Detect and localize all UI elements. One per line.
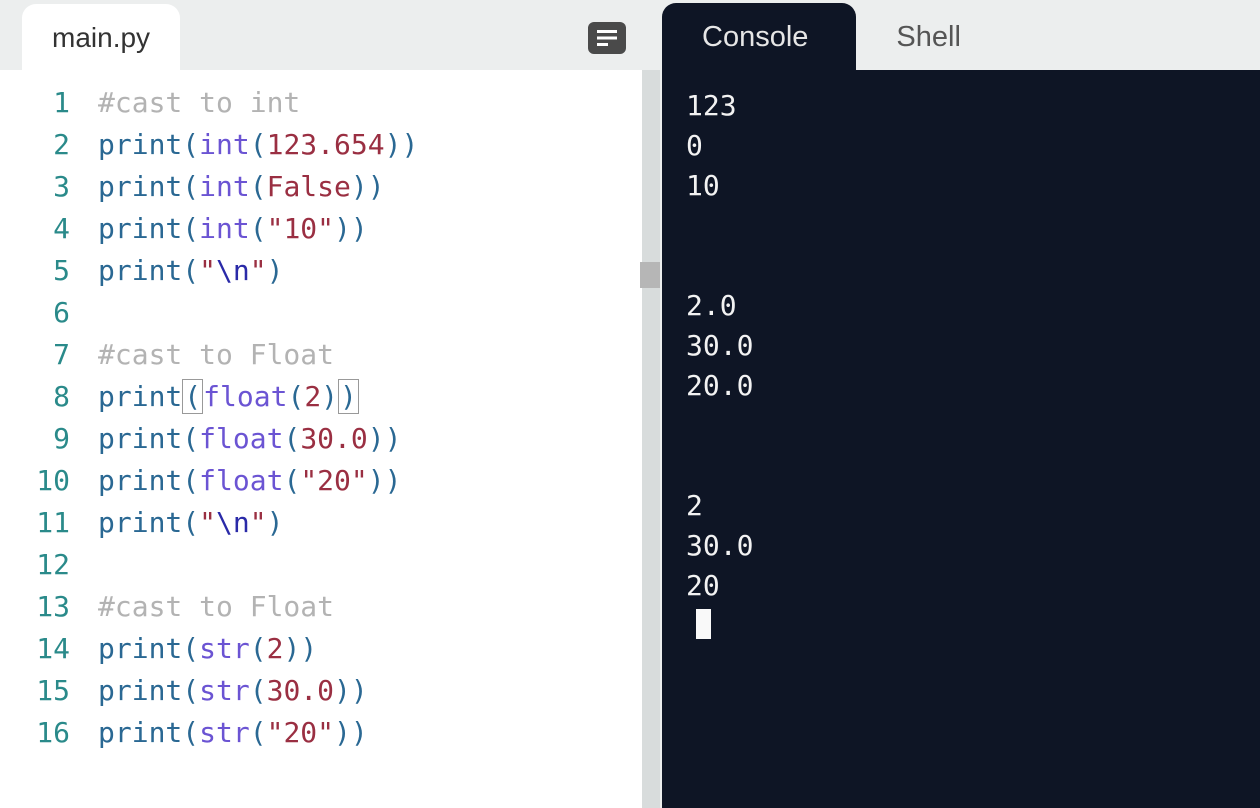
- gutter: 12345678910111213141516: [0, 82, 98, 808]
- code-line[interactable]: #cast to Float: [98, 334, 660, 376]
- tab-shell[interactable]: Shell: [856, 3, 1009, 70]
- scrollbar-thumb[interactable]: [640, 262, 660, 288]
- code-line[interactable]: print(float("20")): [98, 460, 660, 502]
- wrap-toggle-button[interactable]: [588, 22, 626, 54]
- code-line[interactable]: print(int("10")): [98, 208, 660, 250]
- code-line[interactable]: print(str(2)): [98, 628, 660, 670]
- code-line[interactable]: #cast to int: [98, 82, 660, 124]
- line-number: 15: [0, 670, 70, 712]
- code-line[interactable]: print("\n"): [98, 502, 660, 544]
- code-line[interactable]: print(str("20")): [98, 712, 660, 754]
- code-line[interactable]: print(str(30.0)): [98, 670, 660, 712]
- file-tab[interactable]: main.py: [22, 4, 180, 70]
- tab-shell-label: Shell: [896, 21, 961, 53]
- editor-pane: main.py 12345678910111213141516 #cast to…: [0, 0, 660, 808]
- code-line[interactable]: [98, 544, 660, 586]
- console-text: 123 0 10 2.0 30.0 20.0 2 30.0 20: [686, 89, 753, 602]
- file-tab-label: main.py: [52, 22, 150, 53]
- line-number: 12: [0, 544, 70, 586]
- line-number: 3: [0, 166, 70, 208]
- console-output[interactable]: 123 0 10 2.0 30.0 20.0 2 30.0 20: [662, 70, 1260, 808]
- tab-console[interactable]: Console: [662, 3, 856, 70]
- code-editor[interactable]: 12345678910111213141516 #cast to intprin…: [0, 70, 660, 808]
- code-line[interactable]: print("\n"): [98, 250, 660, 292]
- cursor: [696, 609, 711, 639]
- line-number: 8: [0, 376, 70, 418]
- code-line[interactable]: print(int(123.654)): [98, 124, 660, 166]
- code-line[interactable]: print(int(False)): [98, 166, 660, 208]
- line-number: 9: [0, 418, 70, 460]
- line-number: 1: [0, 82, 70, 124]
- code-lines[interactable]: #cast to intprint(int(123.654))print(int…: [98, 82, 660, 808]
- tab-console-label: Console: [702, 21, 808, 53]
- editor-tabs: main.py: [0, 0, 660, 70]
- line-number: 7: [0, 334, 70, 376]
- line-number: 14: [0, 628, 70, 670]
- code-line[interactable]: print(float(30.0)): [98, 418, 660, 460]
- line-number: 2: [0, 124, 70, 166]
- wrap-icon: [595, 27, 619, 49]
- output-pane: Console Shell 123 0 10 2.0 30.0 20.0 2 3…: [662, 0, 1260, 808]
- code-line[interactable]: #cast to Float: [98, 586, 660, 628]
- line-number: 6: [0, 292, 70, 334]
- code-line[interactable]: [98, 292, 660, 334]
- line-number: 13: [0, 586, 70, 628]
- line-number: 4: [0, 208, 70, 250]
- code-line[interactable]: print(float(2)): [98, 376, 660, 418]
- console-tabs: Console Shell: [662, 0, 1260, 70]
- line-number: 11: [0, 502, 70, 544]
- line-number: 10: [0, 460, 70, 502]
- line-number: 16: [0, 712, 70, 754]
- line-number: 5: [0, 250, 70, 292]
